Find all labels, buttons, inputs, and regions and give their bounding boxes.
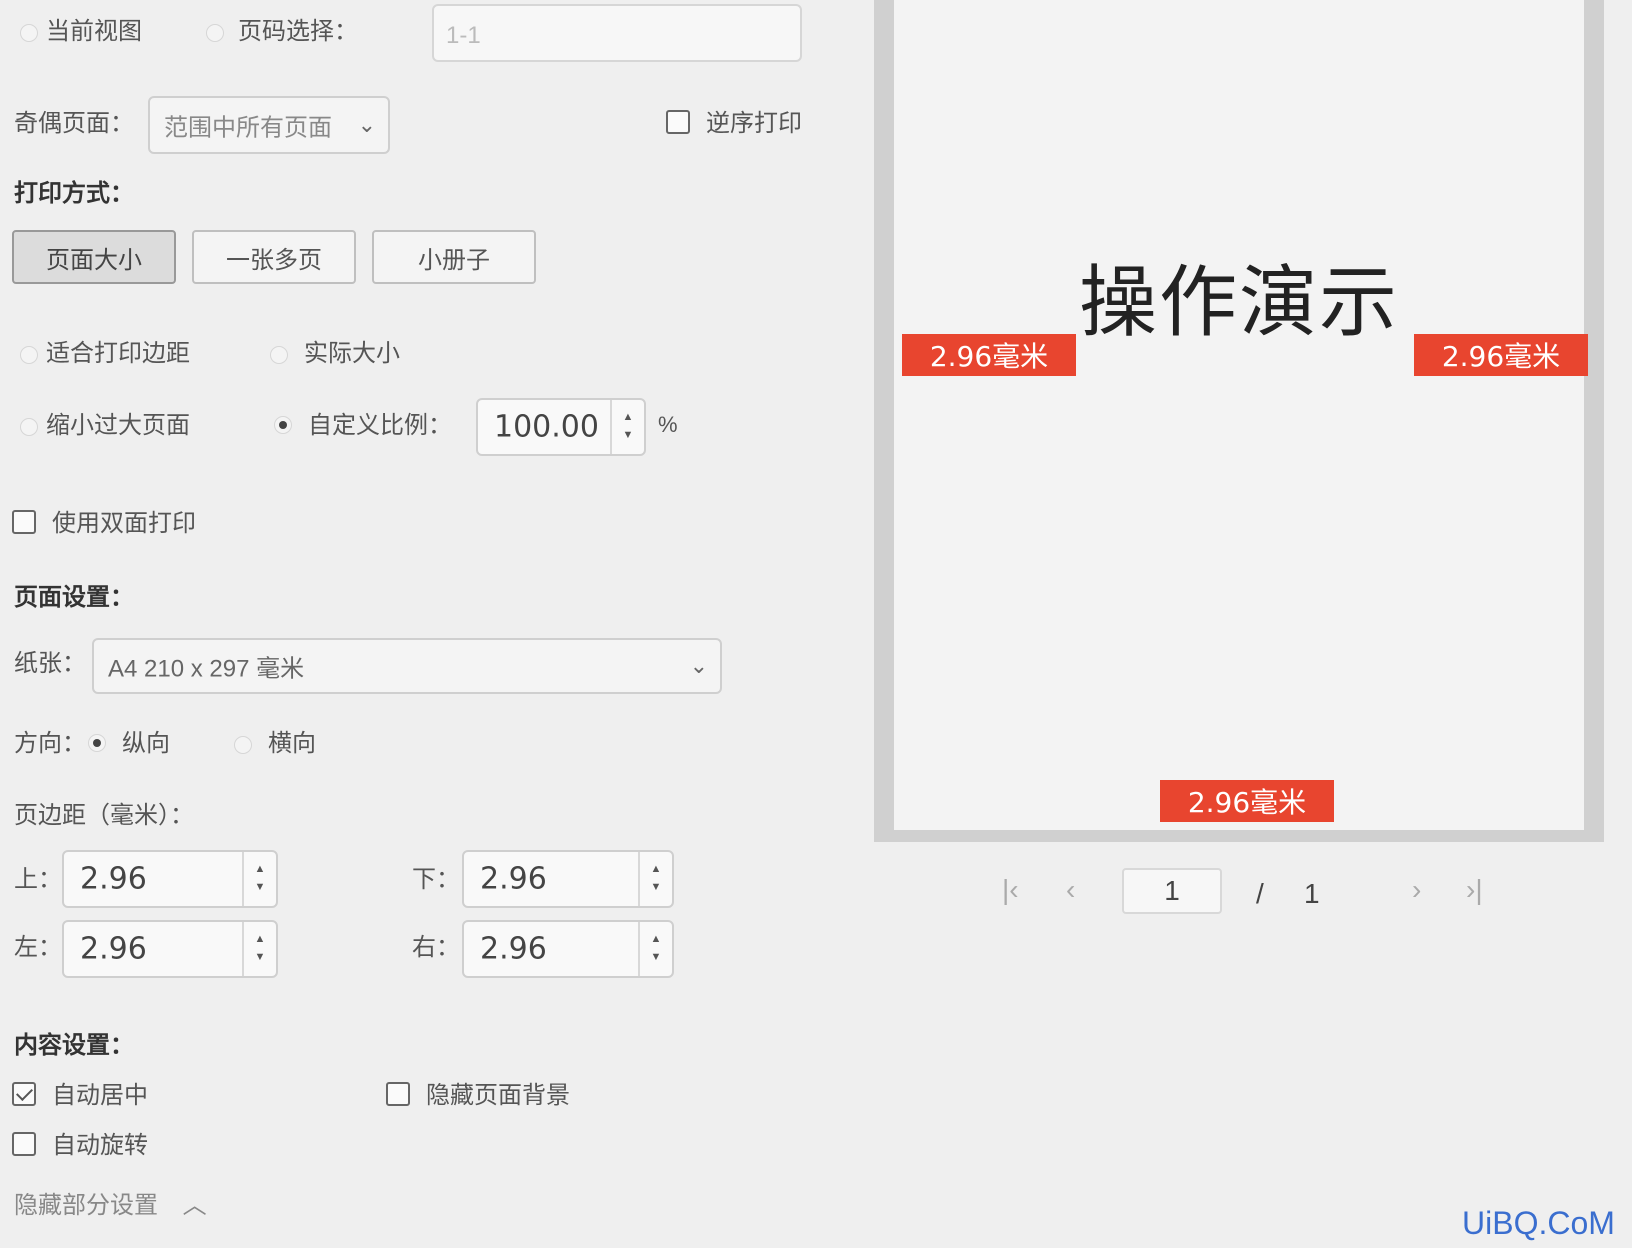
stepper-down-icon[interactable]: ▼	[651, 879, 662, 897]
auto-rotate-checkbox[interactable]	[12, 1132, 36, 1156]
auto-rotate-label: 自动旋转	[52, 1132, 148, 1159]
auto-center-label: 自动居中	[52, 1082, 148, 1109]
stepper-arrows[interactable]: ▲ ▼	[638, 852, 672, 906]
content-setup-header: 内容设置：	[14, 1032, 134, 1059]
chevron-up-icon: ︿	[182, 1192, 207, 1219]
margin-top-value: 2.96	[80, 861, 147, 897]
page-setup-header: 页面设置：	[14, 584, 134, 611]
print-preview: 操作演示	[874, 0, 1604, 842]
stepper-down-icon[interactable]: ▼	[255, 949, 266, 967]
reverse-print-checkbox[interactable]	[666, 110, 690, 134]
chevron-down-icon: ⌄	[357, 112, 376, 137]
page-select-radio[interactable]	[206, 24, 224, 42]
stepper-arrows[interactable]: ▲ ▼	[242, 922, 276, 976]
page-range-input[interactable]: 1-1	[432, 4, 802, 62]
page-select-label: 页码选择：	[238, 18, 358, 45]
margin-tag-left: 2.96毫米	[902, 334, 1076, 376]
odd-even-select[interactable]: 范围中所有页面 ⌄	[148, 96, 390, 154]
current-page-input[interactable]: 1	[1122, 868, 1222, 914]
actual-size-radio[interactable]	[270, 346, 288, 364]
actual-size-label: 实际大小	[304, 340, 400, 367]
stepper-up-icon[interactable]: ▲	[623, 409, 634, 427]
chevron-down-icon: ⌄	[689, 653, 708, 678]
hidden-settings-toggle[interactable]: 隐藏部分设置 ︿	[14, 1194, 207, 1218]
auto-center-checkbox[interactable]	[12, 1082, 36, 1106]
margin-top-stepper[interactable]: 2.96 ▲ ▼	[62, 850, 278, 908]
prev-page-icon[interactable]: ‹	[1066, 876, 1075, 904]
odd-even-label: 奇偶页面：	[14, 110, 134, 137]
orientation-label: 方向：	[14, 730, 86, 757]
fit-margin-radio[interactable]	[20, 346, 38, 364]
custom-scale-value: 100.00	[494, 409, 599, 445]
duplex-label: 使用双面打印	[52, 510, 196, 537]
portrait-label: 纵向	[122, 730, 170, 757]
stepper-up-icon[interactable]: ▲	[255, 931, 266, 949]
current-view-radio[interactable]	[20, 24, 38, 42]
current-page-value: 1	[1164, 875, 1180, 906]
stepper-up-icon[interactable]: ▲	[651, 861, 662, 879]
stepper-down-icon[interactable]: ▼	[623, 427, 634, 445]
current-view-label: 当前视图	[46, 18, 142, 45]
portrait-radio[interactable]	[88, 734, 106, 752]
shrink-oversize-label: 缩小过大页面	[46, 412, 190, 439]
margin-right-stepper[interactable]: 2.96 ▲ ▼	[462, 920, 674, 978]
margin-bottom-stepper[interactable]: 2.96 ▲ ▼	[462, 850, 674, 908]
margin-top-label: 上：	[14, 866, 62, 893]
margin-tag-right: 2.96毫米	[1414, 334, 1588, 376]
margin-bottom-value: 2.96	[480, 861, 547, 897]
page-size-button[interactable]: 页面大小	[12, 230, 176, 284]
custom-scale-label: 自定义比例：	[308, 412, 452, 439]
total-pages: 1	[1304, 878, 1320, 909]
margin-left-value: 2.96	[80, 931, 147, 967]
stepper-arrows[interactable]: ▲ ▼	[242, 852, 276, 906]
stepper-down-icon[interactable]: ▼	[651, 949, 662, 967]
custom-scale-radio[interactable]	[274, 416, 292, 434]
stepper-up-icon[interactable]: ▲	[651, 931, 662, 949]
preview-page: 操作演示	[894, 0, 1584, 830]
margins-header: 页边距（毫米）：	[14, 802, 194, 829]
stepper-down-icon[interactable]: ▼	[255, 879, 266, 897]
landscape-label: 横向	[268, 730, 316, 757]
first-page-icon[interactable]: |‹	[1002, 876, 1019, 904]
odd-even-value: 范围中所有页面	[164, 114, 332, 142]
shrink-oversize-radio[interactable]	[20, 418, 38, 436]
watermark: UiBQ.CoM	[1462, 1205, 1615, 1241]
next-page-icon[interactable]: ›	[1412, 876, 1421, 904]
fit-margin-label: 适合打印边距	[46, 340, 190, 367]
page-separator: /	[1256, 878, 1264, 909]
multi-page-button[interactable]: 一张多页	[192, 230, 356, 284]
margin-right-label: 右：	[412, 934, 460, 961]
landscape-radio[interactable]	[234, 736, 252, 754]
hidden-settings-label: 隐藏部分设置	[14, 1192, 158, 1219]
margin-left-label: 左：	[14, 934, 62, 961]
reverse-print-label: 逆序打印	[706, 110, 802, 137]
duplex-checkbox[interactable]	[12, 510, 36, 534]
paper-size-select[interactable]: A4 210 x 297 毫米 ⌄	[92, 638, 722, 694]
margin-tag-bottom: 2.96毫米	[1160, 780, 1334, 822]
margin-right-value: 2.96	[480, 931, 547, 967]
hide-background-label: 隐藏页面背景	[426, 1082, 570, 1109]
percent-unit: %	[658, 412, 678, 437]
last-page-icon[interactable]: ›|	[1466, 876, 1483, 904]
page-range-placeholder: 1-1	[446, 22, 481, 49]
margin-bottom-label: 下：	[412, 866, 460, 893]
hide-background-checkbox[interactable]	[386, 1082, 410, 1106]
paper-label: 纸张：	[14, 650, 86, 677]
booklet-button[interactable]: 小册子	[372, 230, 536, 284]
stepper-up-icon[interactable]: ▲	[255, 861, 266, 879]
stepper-arrows[interactable]: ▲ ▼	[638, 922, 672, 976]
stepper-arrows[interactable]: ▲ ▼	[610, 400, 644, 454]
custom-scale-stepper[interactable]: 100.00 ▲ ▼	[476, 398, 646, 456]
print-mode-header: 打印方式：	[14, 180, 134, 207]
margin-left-stepper[interactable]: 2.96 ▲ ▼	[62, 920, 278, 978]
paper-size-value: A4 210 x 297 毫米	[108, 655, 305, 683]
